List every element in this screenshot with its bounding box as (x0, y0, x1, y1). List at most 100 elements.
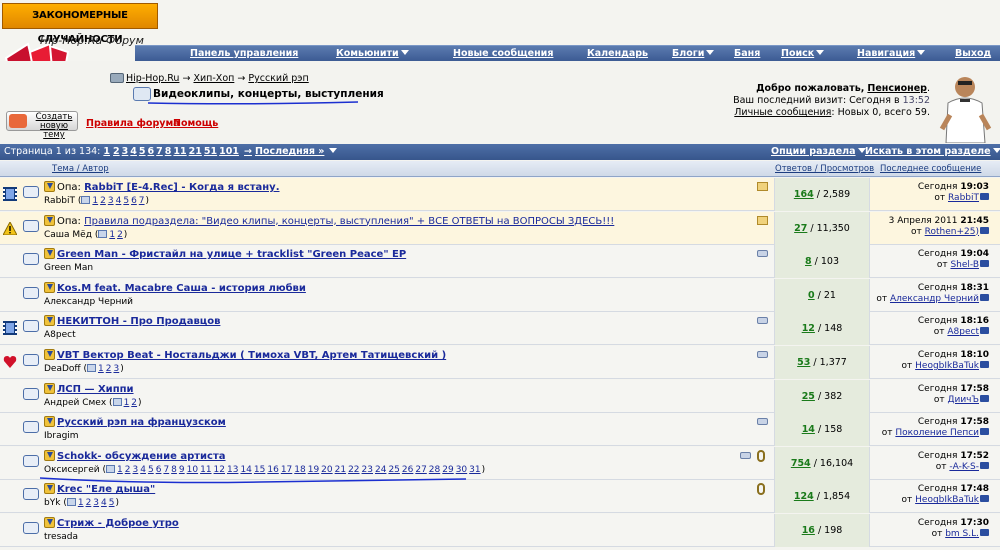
thread-replies-link[interactable]: 8 (805, 256, 812, 267)
thread-replies-link[interactable]: 27 (794, 223, 807, 234)
last-post-user[interactable]: Поколение Пепси (895, 428, 979, 438)
thread-replies-link[interactable]: 754 (791, 458, 811, 469)
go-to-last-post-icon[interactable] (980, 361, 989, 368)
new-post-arrow-icon[interactable] (44, 181, 55, 192)
breadcrumb-link-hiphop[interactable]: Хип-Хоп (193, 73, 234, 84)
last-post-user[interactable]: ДиичЪ (947, 395, 979, 405)
last-post-user[interactable]: RabbiT (948, 193, 979, 203)
new-post-arrow-icon[interactable] (44, 382, 55, 394)
thread-page-link[interactable]: 1 (124, 398, 130, 408)
thread-page-link[interactable]: 3 (113, 364, 119, 374)
thread-page-link[interactable]: 1 (92, 196, 98, 206)
page-link[interactable]: 5 (139, 146, 146, 157)
banner-logo[interactable]: ЗАКОНОМЕРНЫЕ СЛУЧАЙНОСТИ (2, 3, 158, 45)
nav-logout[interactable]: Выход (955, 48, 991, 59)
thread-author[interactable]: Ibragim (44, 431, 79, 441)
thread-title-link[interactable]: RabbiT [E-4.Rec] - Когда я встану. (84, 182, 279, 193)
go-to-last-post-icon[interactable] (980, 293, 989, 301)
thread-author[interactable]: Андрей Смех (44, 398, 106, 408)
new-post-arrow-icon[interactable] (44, 315, 55, 327)
thread-page-link[interactable]: 3 (108, 196, 114, 206)
thread-page-link[interactable]: 2 (131, 398, 137, 408)
search-section[interactable]: Искать в этом разделе (865, 146, 1000, 157)
thread-author[interactable]: RabbiT (44, 196, 75, 206)
thread-replies-link[interactable]: 164 (794, 189, 814, 200)
chevron-down-icon[interactable] (329, 148, 338, 153)
nav-control-panel[interactable]: Панель управления (190, 48, 298, 59)
thread-title-link[interactable]: Schokk- обсуждение артиста (57, 451, 226, 462)
thread-replies-link[interactable]: 16 (802, 525, 815, 536)
thread-page-link[interactable]: 2 (100, 196, 106, 206)
go-to-last-post-icon[interactable] (980, 394, 989, 402)
new-topic-button[interactable]: Создать новую тему (6, 111, 78, 140)
thread-page-link[interactable]: 4 (101, 498, 107, 508)
thread-page-link[interactable]: 1 (78, 498, 84, 508)
page-link[interactable]: 21 (189, 146, 202, 157)
sort-topic-author[interactable]: Тема / Автор (52, 164, 109, 174)
page-link[interactable]: 51 (204, 146, 217, 157)
page-link[interactable]: 3 (122, 146, 129, 157)
nav-search[interactable]: Поиск (781, 48, 825, 59)
page-last[interactable]: Последняя » (255, 146, 324, 157)
page-link[interactable]: 7 (156, 146, 163, 157)
thread-page-link[interactable]: 6 (131, 196, 137, 206)
nav-blogs[interactable]: Блоги (672, 48, 715, 59)
new-post-arrow-icon[interactable] (44, 449, 55, 461)
last-post-user[interactable]: Rothen+25) (925, 227, 979, 237)
thread-title-link[interactable]: Green Man - Фристайл на улице + tracklis… (57, 249, 406, 260)
section-options[interactable]: Опции раздела (771, 146, 866, 157)
thread-author[interactable]: bYk (44, 498, 60, 508)
search-section-link[interactable]: Искать в этом разделе (865, 146, 991, 157)
new-post-arrow-icon[interactable] (44, 416, 55, 428)
thread-author[interactable]: Александр Черний (44, 297, 133, 307)
page-link[interactable]: 8 (165, 146, 172, 157)
nav-banya[interactable]: Баня (734, 48, 760, 59)
new-post-arrow-icon[interactable] (44, 517, 55, 528)
page-next[interactable]: → (244, 146, 252, 157)
thread-title-link[interactable]: НЕКИТТОН - Про Продавцов (57, 316, 220, 327)
last-post-user[interactable]: -A-K-S- (949, 462, 979, 472)
thread-page-link[interactable]: 2 (106, 364, 112, 374)
thread-replies-link[interactable]: 53 (797, 357, 810, 368)
last-post-user[interactable]: Александр Черний (890, 294, 979, 304)
go-to-last-post-icon[interactable] (980, 327, 989, 335)
thread-replies-link[interactable]: 124 (794, 491, 814, 502)
thread-page-link[interactable]: 31 (469, 465, 480, 475)
page-link[interactable]: 11 (173, 146, 186, 157)
breadcrumb-link-home[interactable]: Hip-Hop.Ru (126, 73, 179, 84)
thread-page-link[interactable]: 1 (109, 230, 115, 240)
thread-title-link[interactable]: VBT Вектор Beat - Ностальджи ( Тимоха VB… (57, 350, 446, 361)
thread-author[interactable]: DeaDoff (44, 364, 81, 374)
sort-last-post[interactable]: Последнее сообщение (880, 164, 981, 174)
go-to-last-post-icon[interactable] (980, 461, 989, 469)
thread-page-link[interactable]: 2 (117, 230, 123, 240)
new-post-arrow-icon[interactable] (44, 281, 55, 293)
forum-rules-link[interactable]: Правила форума (86, 118, 180, 129)
go-to-last-post-icon[interactable] (980, 529, 989, 536)
last-post-user[interactable]: bm S.L. (945, 529, 979, 539)
nav-new-posts[interactable]: Новые сообщения (453, 48, 553, 59)
nav-community[interactable]: Комьюнити (336, 48, 409, 59)
go-to-last-post-icon[interactable] (980, 193, 989, 200)
go-to-last-post-icon[interactable] (980, 226, 989, 234)
thread-author[interactable]: tresada (44, 532, 78, 542)
thread-replies-link[interactable]: 12 (802, 323, 815, 334)
help-link[interactable]: Помощь (173, 118, 218, 129)
go-to-last-post-icon[interactable] (980, 260, 989, 268)
last-post-user[interactable]: HeogbIkBaTuk (915, 361, 979, 371)
thread-replies-link[interactable]: 14 (802, 424, 815, 435)
thread-title-link[interactable]: Правила подраздела: "Видео клипы, концер… (84, 216, 614, 227)
thread-author[interactable]: A8pect (44, 330, 76, 340)
thread-page-link[interactable]: 3 (93, 498, 99, 508)
thread-replies-link[interactable]: 0 (808, 290, 815, 301)
thread-replies-link[interactable]: 25 (802, 391, 815, 402)
thread-title-link[interactable]: Krec "Еле дыша" (57, 484, 155, 495)
thread-title-link[interactable]: Русский рэп на французском (57, 417, 226, 428)
thread-title-link[interactable]: Kos.M feat. Macabre Саша - история любви (57, 283, 306, 294)
thread-title-link[interactable]: ЛСП — Хиппи (57, 384, 134, 395)
username-link[interactable]: Пенсионер (867, 83, 927, 94)
new-post-arrow-icon[interactable] (44, 349, 55, 360)
breadcrumb-link-russian-rap[interactable]: Русский рэп (248, 73, 308, 84)
page-link[interactable]: 2 (113, 146, 120, 157)
thread-title-link[interactable]: Стриж - Доброе утро (57, 518, 179, 529)
